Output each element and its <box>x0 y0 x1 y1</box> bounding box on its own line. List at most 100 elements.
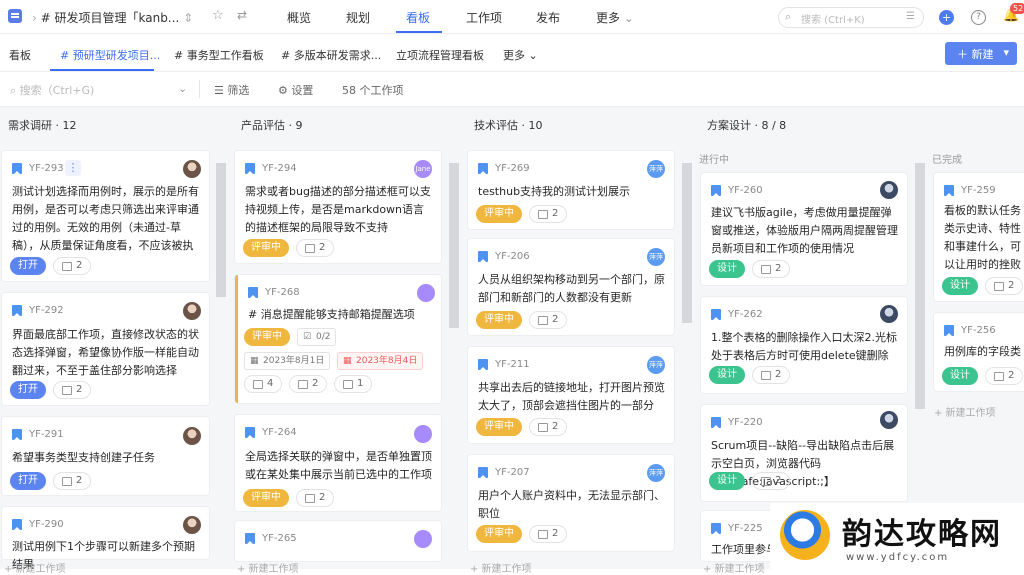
status-tag[interactable]: 评审中 <box>243 239 289 257</box>
new-button[interactable]: ＋ 新建 ▾ <box>945 42 1017 65</box>
subtask-count[interactable]: 2 <box>752 472 791 490</box>
work-item-card[interactable]: YF-262 1.整个表格的删除操作入口太深2.光标处于表格后方时可使用dele… <box>701 297 907 393</box>
work-item-card[interactable]: YF-269 萍萍 testhub支持我的测试计划展示 评审中 2 <box>468 151 674 229</box>
swap-icon[interactable]: ⇄ <box>237 8 247 22</box>
work-item-card[interactable]: YF-293 ⋮ 测试计划选择而用例时，展示的是所有用例，是否可以考虑只筛选出来… <box>2 151 209 281</box>
subtask-count[interactable]: 2 <box>985 277 1024 295</box>
work-item-card[interactable]: YF-268 # 消息提醒能够支持邮箱提醒选项 评审中 ☑ 0/2 ▦ 2023年8… <box>235 275 441 403</box>
subtask-count[interactable]: 2 <box>296 489 335 507</box>
avatar[interactable]: 萍萍 <box>647 160 665 178</box>
avatar[interactable] <box>183 516 201 534</box>
scrollbar[interactable] <box>216 163 226 297</box>
tab-more[interactable]: 更多 ⌄ <box>503 47 538 63</box>
nav-more[interactable]: 更多 ⌄ <box>596 9 634 26</box>
work-item-card[interactable]: YF-260 建议飞书版agile，考虑做用量提醒弹窗或推送，体验版用户隔两周提… <box>701 173 907 285</box>
participant-count[interactable]: 4 <box>244 375 283 393</box>
avatar[interactable] <box>880 181 898 199</box>
subtask-count[interactable]: 2 <box>289 375 328 393</box>
subtask-count[interactable]: 2 <box>53 257 92 275</box>
status-tag[interactable]: 设计 <box>942 367 978 385</box>
status-tag[interactable]: 评审中 <box>243 489 289 507</box>
avatar[interactable]: 萍萍 <box>647 248 665 266</box>
add-work-item[interactable]: + 新建工作项 <box>703 560 765 575</box>
work-item-card[interactable]: YF-256 用例库的字段类型 设计 2 <box>934 313 1024 391</box>
subtask-count[interactable]: 2 <box>296 239 335 257</box>
status-tag[interactable]: 评审中 <box>244 328 290 346</box>
avatar[interactable] <box>414 530 432 548</box>
work-item-card[interactable]: YF-211 萍萍 共享出去后的链接地址，打开图片预览太大了，顶部会遮挡住图片的… <box>468 347 674 443</box>
tab-research-project[interactable]: # 预研型研发项目... <box>60 47 160 63</box>
dependency-count[interactable]: 1 <box>334 375 373 393</box>
subtask-count[interactable]: 2 <box>985 367 1024 385</box>
chevron-down-icon[interactable]: ⌄ <box>178 82 187 95</box>
tab-board[interactable]: 看板 <box>9 47 31 63</box>
progress-chip[interactable]: ☑ 0/2 <box>297 328 337 346</box>
status-tag[interactable]: 评审中 <box>476 311 522 329</box>
add-icon[interactable]: + <box>939 10 954 25</box>
status-tag[interactable]: 打开 <box>10 381 46 399</box>
work-item-card[interactable]: YF-259 看板的默认任务类示史诗、特性和事建什么，可以让用时的挫败感 设计 … <box>934 173 1024 301</box>
work-item-card[interactable]: YF-207 萍萍 用户个人账户资料中，无法显示部门、职位 评审中 2 <box>468 455 674 551</box>
subtask-count[interactable]: 2 <box>752 366 791 384</box>
status-tag[interactable]: 打开 <box>10 257 46 275</box>
tab-multi-version[interactable]: # 多版本研发需求... <box>281 47 381 63</box>
avatar[interactable] <box>880 411 898 429</box>
work-item-card[interactable]: YF-206 萍萍 人员从组织架构移动到另一个部门，原部门和新部门的人数都没有更… <box>468 239 674 335</box>
work-item-card[interactable]: YF-220 Scrum项目--缺陷--导出缺陷点击后展示空白页，浏览器代码【u… <box>701 405 907 501</box>
global-search-input[interactable]: ⌕ 搜索 (Ctrl+K) ☰ <box>778 7 924 28</box>
filter-button[interactable]: ☰ 筛选 <box>214 82 249 98</box>
subtask-count[interactable]: 2 <box>752 260 791 278</box>
add-work-item[interactable]: + 新建工作项 <box>4 560 66 575</box>
avatar[interactable] <box>880 305 898 323</box>
nav-work-items[interactable]: 工作项 <box>466 9 502 26</box>
board-search-input[interactable]: ⌕ 搜索（Ctrl+G) <box>10 82 94 98</box>
status-tag[interactable]: 设计 <box>942 277 978 295</box>
work-item-card[interactable]: YF-292 界面最底部工作项，直接修改状态的状态选择弹窗，希望像协作版一样能自… <box>2 293 209 405</box>
work-item-card[interactable]: YF-265 <box>235 521 441 561</box>
status-tag[interactable]: 打开 <box>10 472 46 490</box>
breadcrumb[interactable]: › # 研发项目管理「kanb... ⇕ <box>32 9 193 26</box>
status-tag[interactable]: 设计 <box>709 472 745 490</box>
scrollbar[interactable] <box>449 163 459 328</box>
status-tag[interactable]: 评审中 <box>476 525 522 543</box>
due-date[interactable]: ▦ 2023年8月4日 <box>337 352 424 370</box>
scrollbar[interactable] <box>682 163 692 323</box>
add-work-item[interactable]: + 新建工作项 <box>470 560 532 575</box>
avatar[interactable]: 萍萍 <box>647 356 665 374</box>
nav-board[interactable]: 看板 <box>406 9 430 26</box>
filter-icon[interactable]: ☰ <box>906 11 915 22</box>
avatar[interactable] <box>183 427 201 445</box>
status-tag[interactable]: 评审中 <box>476 205 522 223</box>
avatar[interactable] <box>414 425 432 443</box>
subtask-count[interactable]: 2 <box>529 525 568 543</box>
work-item-card[interactable]: YF-291 希望事务类型支持创建子任务 打开 2 <box>2 417 209 495</box>
work-item-card[interactable]: YF-294 Jane 需求或者bug描述的部分描述框可以支持视频上传，是否是m… <box>235 151 441 263</box>
help-icon[interactable]: ? <box>971 10 986 25</box>
avatar[interactable]: Jane <box>414 160 432 178</box>
start-date[interactable]: ▦ 2023年8月1日 <box>244 352 331 370</box>
subtask-count[interactable]: 2 <box>529 205 568 223</box>
star-icon[interactable]: ☆ <box>212 8 224 23</box>
subtask-count[interactable]: 2 <box>529 418 568 436</box>
tab-affairs-board[interactable]: # 事务型工作看板 <box>174 47 264 63</box>
tab-approval-board[interactable]: 立项流程管理看板 <box>396 47 484 63</box>
settings-button[interactable]: ⚙ 设置 <box>278 82 313 98</box>
avatar[interactable] <box>183 302 201 320</box>
subtask-count[interactable]: 2 <box>529 311 568 329</box>
status-tag[interactable]: 设计 <box>709 260 745 278</box>
more-icon[interactable]: ⋮ <box>65 160 81 176</box>
add-work-item[interactable]: + 新建工作项 <box>237 560 299 575</box>
switch-icon[interactable]: ⇕ <box>179 11 193 25</box>
work-item-card[interactable]: YF-290 测试用例下1个步骤可以新建多个预期结果 <box>2 507 209 571</box>
nav-overview[interactable]: 概览 <box>287 9 311 26</box>
scrollbar[interactable] <box>915 163 925 409</box>
subtask-count[interactable]: 2 <box>53 472 92 490</box>
status-tag[interactable]: 评审中 <box>476 418 522 436</box>
avatar[interactable] <box>183 160 201 178</box>
project-icon[interactable] <box>8 9 22 23</box>
work-item-card[interactable]: YF-264 全局选择关联的弹窗中，是否单独置顶或在某处集中展示当前已选中的工作… <box>235 415 441 511</box>
status-tag[interactable]: 设计 <box>709 366 745 384</box>
nav-plan[interactable]: 规划 <box>346 9 370 26</box>
add-work-item[interactable]: + 新建工作项 <box>934 404 996 419</box>
avatar[interactable]: 萍萍 <box>647 464 665 482</box>
